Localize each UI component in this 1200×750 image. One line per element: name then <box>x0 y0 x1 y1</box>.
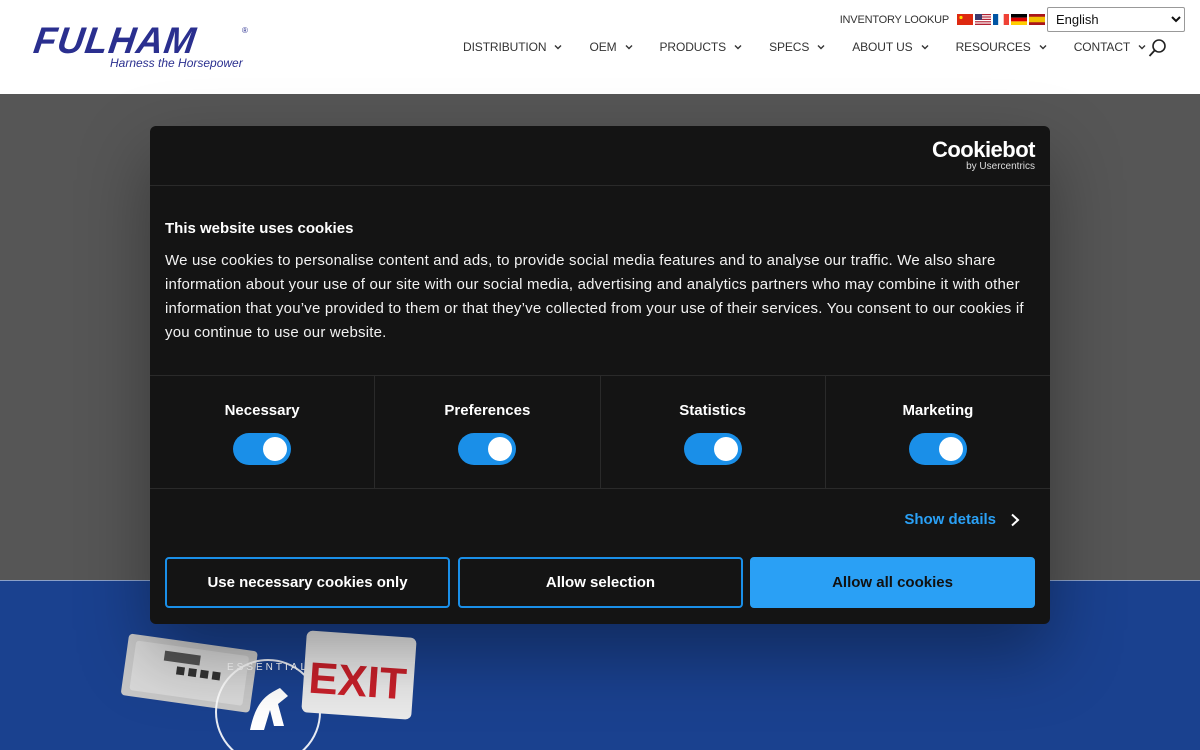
cookie-consent-dialog: Cookiebot by Usercentrics This website u… <box>150 126 1050 624</box>
german-flag-icon[interactable] <box>1011 14 1027 25</box>
marketing-toggle[interactable] <box>908 433 967 465</box>
chinese-flag-icon[interactable] <box>957 14 973 25</box>
cookiebot-wordmark: Cookiebot <box>931 137 1036 162</box>
category-statistics: Statistics <box>601 376 826 488</box>
nav-about-us[interactable]: ABOUT US <box>852 40 929 54</box>
chevron-down-icon <box>1039 45 1047 50</box>
toggle-knob <box>938 437 963 461</box>
use-necessary-only-button[interactable]: Use necessary cookies only <box>165 557 450 608</box>
show-details-link[interactable]: Show details <box>904 511 1020 528</box>
nav-products[interactable]: PRODUCTS <box>660 40 743 54</box>
allow-selection-button[interactable]: Allow selection <box>458 557 743 608</box>
nav-label: CONTACT <box>1073 40 1131 54</box>
chevron-down-icon <box>1138 45 1146 50</box>
chevron-right-icon <box>1011 513 1020 526</box>
consent-categories: Necessary Preferences Statistics Marketi… <box>150 375 1050 489</box>
french-flag-icon[interactable] <box>993 14 1009 25</box>
search-icon[interactable] <box>1148 38 1168 58</box>
page: FULHAM ® Harness the Horsepower INVENTOR… <box>0 0 1200 750</box>
logo-registered-mark: ® <box>242 26 248 35</box>
svg-text:EXIT: EXIT <box>307 654 408 710</box>
category-marketing: Marketing <box>826 376 1050 488</box>
cookiebot-logo: Cookiebot by Usercentrics <box>931 137 1036 173</box>
inventory-lookup-link[interactable]: INVENTORY LOOKUP <box>840 14 949 26</box>
product-collage-image: ESSENTIAL EXIT <box>121 630 417 750</box>
chevron-down-icon <box>921 45 929 50</box>
chevron-down-icon <box>625 45 633 50</box>
category-label: Necessary <box>224 402 300 419</box>
category-label: Statistics <box>679 402 746 419</box>
nav-contact[interactable]: CONTACT <box>1074 40 1146 54</box>
toggle-knob <box>488 437 513 461</box>
dialog-title: This website uses cookies <box>165 220 354 237</box>
allow-all-cookies-button[interactable]: Allow all cookies <box>750 557 1035 608</box>
site-header: FULHAM ® Harness the Horsepower INVENTOR… <box>0 0 1200 94</box>
show-details-label: Show details <box>904 511 996 528</box>
top-utility-bar: INVENTORY LOOKUP English <box>840 7 1185 32</box>
nav-label: SPECS <box>769 40 810 54</box>
necessary-toggle[interactable] <box>233 433 292 465</box>
nav-label: OEM <box>589 40 617 54</box>
svg-text:ESSENTIAL: ESSENTIAL <box>227 662 309 673</box>
nav-specs[interactable]: SPECS <box>769 40 825 54</box>
toggle-knob <box>263 437 288 461</box>
nav-oem[interactable]: OEM <box>589 40 633 54</box>
category-label: Preferences <box>444 402 531 419</box>
preferences-toggle[interactable] <box>458 433 517 465</box>
category-necessary: Necessary <box>150 376 376 488</box>
spanish-flag-icon[interactable] <box>1029 14 1045 25</box>
nav-resources[interactable]: RESOURCES <box>956 40 1047 54</box>
category-preferences: Preferences <box>375 376 601 488</box>
chevron-down-icon <box>817 45 825 50</box>
main-nav: DISTRIBUTION OEM PRODUCTS SPECS ABOUT US… <box>463 38 1173 56</box>
us-flag-icon[interactable] <box>975 14 991 25</box>
chevron-down-icon <box>554 45 562 50</box>
logo-tagline: Harness the Horsepower <box>110 56 243 70</box>
toggle-knob <box>713 437 738 461</box>
nav-label: ABOUT US <box>852 40 913 54</box>
category-label: Marketing <box>902 402 974 419</box>
statistics-toggle[interactable] <box>683 433 742 465</box>
nav-label: DISTRIBUTION <box>463 40 547 54</box>
fulham-logo[interactable]: FULHAM ® Harness the Horsepower <box>31 20 254 74</box>
dialog-header: Cookiebot by Usercentrics <box>150 126 1050 186</box>
cookiebot-subtitle: by Usercentrics <box>966 161 1035 172</box>
dialog-body-text: We use cookies to personalise content an… <box>165 252 1024 341</box>
chevron-down-icon <box>734 45 742 50</box>
nav-label: PRODUCTS <box>659 40 727 54</box>
language-select[interactable]: English <box>1047 7 1185 32</box>
nav-label: RESOURCES <box>955 40 1031 54</box>
nav-distribution[interactable]: DISTRIBUTION <box>463 40 562 54</box>
